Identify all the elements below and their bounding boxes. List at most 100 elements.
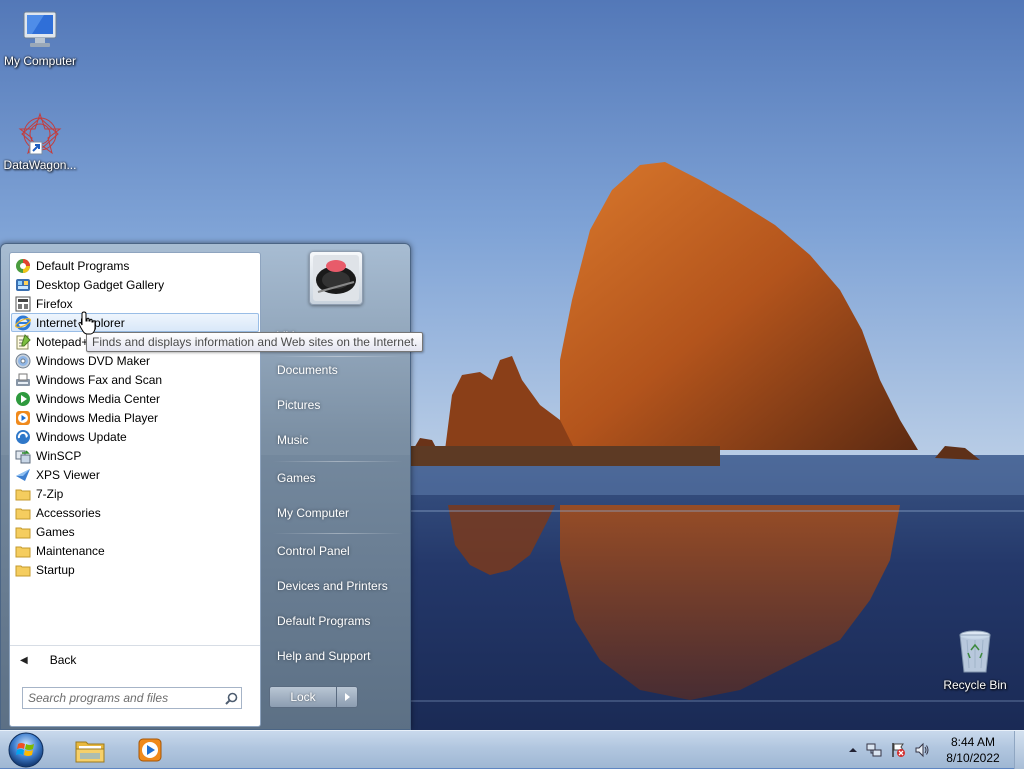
- clock-date: 8/10/2022: [946, 751, 1000, 765]
- right-link-label: Pictures: [277, 398, 321, 412]
- program-item[interactable]: Accessories: [11, 503, 259, 522]
- right-link-games[interactable]: Games: [267, 463, 407, 493]
- volume-speaker-icon[interactable]: [914, 742, 930, 758]
- program-label: Windows Update: [36, 429, 127, 444]
- search-box[interactable]: [22, 687, 242, 709]
- program-item[interactable]: Startup: [11, 560, 259, 579]
- arrow-right-icon: [345, 693, 350, 701]
- back-arrow-icon: ◀: [20, 654, 28, 666]
- search-icon[interactable]: [221, 688, 241, 708]
- program-item[interactable]: Firefox: [11, 294, 259, 313]
- monitor-icon: [23, 11, 57, 47]
- gadget-gallery-icon: [16, 278, 30, 291]
- program-item[interactable]: Windows Media Center: [11, 389, 259, 408]
- program-item[interactable]: Windows Update: [11, 427, 259, 446]
- clock-time: 8:44 AM: [950, 735, 996, 749]
- program-label: Firefox: [36, 296, 73, 311]
- program-item[interactable]: Internet Explorer: [11, 313, 259, 332]
- datawagon-star-icon: [18, 112, 62, 155]
- internet-explorer-icon: [15, 315, 31, 330]
- right-link-control-panel[interactable]: Control Panel: [267, 536, 407, 566]
- folder-icon: [15, 546, 31, 557]
- separator: [273, 461, 403, 462]
- lock-label: Lock: [290, 690, 316, 704]
- back-button[interactable]: ◀ Back: [10, 645, 260, 674]
- program-label: Windows Media Center: [36, 391, 161, 406]
- right-link-label: Music: [277, 433, 309, 447]
- folder-icon: [15, 489, 31, 500]
- windows-update-icon: [16, 429, 30, 444]
- right-link-label: Documents: [277, 363, 338, 377]
- program-item[interactable]: Maintenance: [11, 541, 259, 560]
- desktop-icon-datawagon[interactable]: DataWagon...: [0, 112, 80, 172]
- right-link-devices-printers[interactable]: Devices and Printers: [267, 571, 407, 601]
- network-icon[interactable]: [866, 742, 882, 758]
- program-label: Startup: [36, 562, 75, 577]
- right-link-pictures[interactable]: Pictures: [267, 390, 407, 420]
- desktop-icon-label: DataWagon...: [3, 158, 77, 172]
- desktop-icon-label: Recycle Bin: [943, 678, 1007, 692]
- dvd-maker-icon: [15, 353, 31, 368]
- taskbar-explorer-button[interactable]: [62, 732, 118, 767]
- program-label: Default Programs: [36, 258, 130, 273]
- fax-scan-icon: [16, 373, 30, 386]
- start-button-windows-orb-icon[interactable]: [6, 731, 46, 769]
- taskbar: 8:44 AM 8/10/2022: [0, 730, 1024, 769]
- program-label: Accessories: [36, 505, 101, 520]
- program-item[interactable]: Windows DVD Maker: [11, 351, 259, 370]
- program-item[interactable]: Windows Media Player: [11, 408, 259, 427]
- shutdown-options-button[interactable]: [336, 686, 358, 708]
- program-item[interactable]: WinSCP: [11, 446, 259, 465]
- program-item[interactable]: Windows Fax and Scan: [11, 370, 259, 389]
- right-link-default-programs[interactable]: Default Programs: [267, 606, 407, 636]
- search-input[interactable]: [23, 690, 221, 706]
- taskbar-media-player-button[interactable]: [122, 732, 178, 767]
- xps-viewer-icon: [16, 468, 30, 481]
- program-label: Games: [36, 524, 75, 539]
- show-hidden-icons-chevron-icon[interactable]: [845, 742, 861, 758]
- desktop-icon-label: My Computer: [3, 54, 77, 68]
- program-label: Desktop Gadget Gallery: [36, 277, 165, 292]
- right-link-help-support[interactable]: Help and Support: [267, 641, 407, 671]
- clock[interactable]: 8:44 AM 8/10/2022: [935, 734, 1011, 766]
- right-link-label: Control Panel: [277, 544, 350, 558]
- media-center-icon: [16, 391, 30, 406]
- show-desktop-button[interactable]: [1014, 731, 1024, 769]
- right-link-documents[interactable]: Documents: [267, 355, 407, 385]
- program-item[interactable]: XPS Viewer: [11, 465, 259, 484]
- right-link-my-computer[interactable]: My Computer: [267, 498, 407, 528]
- program-item[interactable]: 7-Zip: [11, 484, 259, 503]
- default-programs-icon: [16, 258, 30, 273]
- user-picture[interactable]: [309, 251, 363, 305]
- program-label: WinSCP: [36, 448, 82, 463]
- notepad-icon: [16, 333, 31, 349]
- action-center-flag-icon[interactable]: [890, 742, 906, 758]
- program-item[interactable]: Desktop Gadget Gallery: [11, 275, 259, 294]
- file-explorer-folder-icon: [75, 741, 105, 762]
- turntable-icon: [313, 255, 359, 301]
- folder-icon: [15, 565, 31, 576]
- right-link-music[interactable]: Music: [267, 425, 407, 455]
- separator: [273, 533, 403, 534]
- folder-icon: [15, 527, 31, 538]
- start-menu: Default Programs Desktop Gadget Gallery …: [0, 243, 411, 730]
- program-label: 7-Zip: [36, 486, 64, 501]
- winscp-icon: [15, 449, 31, 463]
- right-link-label: Help and Support: [277, 649, 371, 663]
- media-player-icon: [16, 410, 30, 425]
- program-item[interactable]: Default Programs: [11, 256, 259, 275]
- recycle-bin-icon: [959, 630, 991, 673]
- tooltip: Finds and displays information and Web s…: [86, 332, 424, 352]
- program-item[interactable]: Games: [11, 522, 259, 541]
- back-label: Back: [49, 653, 77, 667]
- folder-icon: [15, 508, 31, 519]
- lock-button[interactable]: Lock: [269, 686, 337, 708]
- right-link-label: Devices and Printers: [277, 579, 388, 593]
- media-player-icon: [138, 738, 162, 761]
- desktop-icon-my-computer[interactable]: My Computer: [0, 8, 80, 68]
- firefox-icon: [15, 296, 31, 311]
- program-label: Windows Fax and Scan: [36, 372, 163, 387]
- desktop-icon-recycle-bin[interactable]: Recycle Bin: [935, 628, 1015, 692]
- hand-cursor-icon: [78, 311, 96, 335]
- program-label: XPS Viewer: [36, 467, 100, 482]
